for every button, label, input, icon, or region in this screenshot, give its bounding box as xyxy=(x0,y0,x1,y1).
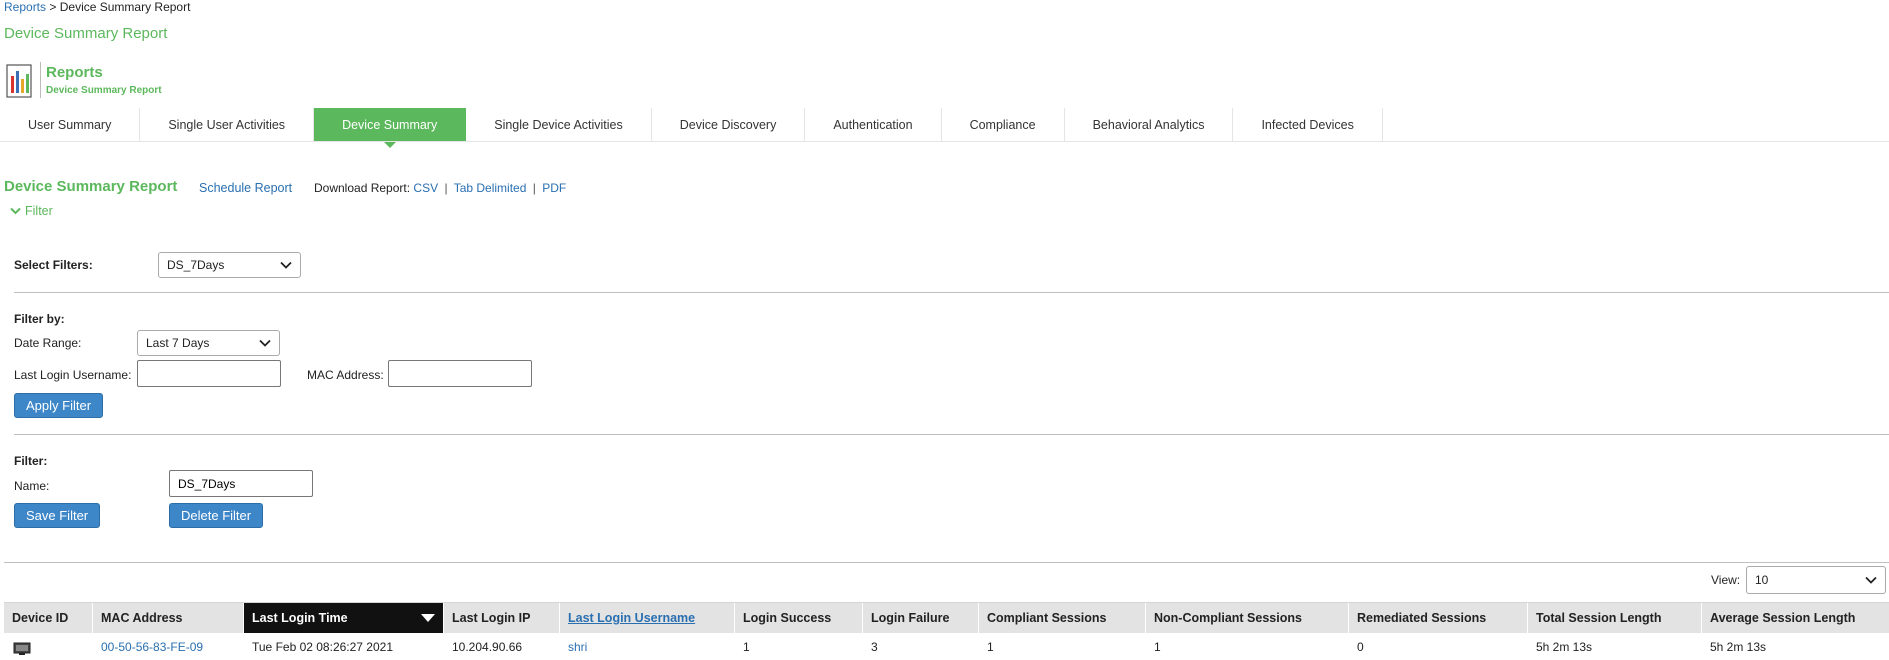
header-title: Reports xyxy=(46,64,103,81)
sort-descending-icon xyxy=(421,614,435,622)
delete-filter-button[interactable]: Delete Filter xyxy=(169,503,264,528)
filter-toggle[interactable]: Filter xyxy=(10,204,53,218)
column-last-login-ip[interactable]: Last Login IP xyxy=(444,603,560,633)
tab-behavioral-analytics[interactable]: Behavioral Analytics xyxy=(1065,108,1234,141)
section-divider xyxy=(14,292,1889,293)
download-separator: | xyxy=(532,181,536,195)
tab-user-summary[interactable]: User Summary xyxy=(0,108,141,141)
column-average-session-length[interactable]: Average Session Length xyxy=(1702,603,1889,633)
mac-address-cell: 00-50-56-83-FE-09 xyxy=(93,633,244,660)
mac-address-link[interactable]: 00-50-56-83-FE-09 xyxy=(101,640,203,654)
column-remediated-sessions[interactable]: Remediated Sessions xyxy=(1349,603,1528,633)
tabs-divider xyxy=(0,141,1889,142)
login-success-cell: 1 xyxy=(743,639,750,654)
schedule-report-link[interactable]: Schedule Report xyxy=(199,181,292,195)
section-divider xyxy=(4,562,1889,563)
select-filters-value: DS_7Days xyxy=(167,258,225,272)
section-divider xyxy=(14,434,1889,435)
column-last-login-username-label[interactable]: Last Login Username xyxy=(568,611,695,625)
login-failure-cell: 3 xyxy=(871,639,878,654)
reports-chart-icon xyxy=(6,64,32,98)
report-title: Device Summary Report xyxy=(4,178,178,195)
download-report: Download Report: CSV | Tab Delimited | P… xyxy=(314,181,566,195)
last-login-username-input[interactable] xyxy=(137,360,281,387)
column-last-login-time[interactable]: Last Login Time xyxy=(244,603,444,633)
view-page-size-value: 10 xyxy=(1755,573,1769,587)
tab-single-device-activities[interactable]: Single Device Activities xyxy=(466,108,652,141)
header-divider xyxy=(40,62,41,98)
tab-compliance[interactable]: Compliance xyxy=(942,108,1065,141)
column-compliant-sessions[interactable]: Compliant Sessions xyxy=(979,603,1146,633)
select-filters-dropdown[interactable]: DS_7Days xyxy=(158,252,301,278)
filter-by-heading: Filter by: xyxy=(14,312,65,326)
tab-device-discovery[interactable]: Device Discovery xyxy=(652,108,806,141)
view-page-size-dropdown[interactable]: 10 xyxy=(1746,566,1886,594)
column-total-session-length[interactable]: Total Session Length xyxy=(1528,603,1702,633)
download-csv-link[interactable]: CSV xyxy=(413,181,438,195)
date-range-label: Date Range: xyxy=(14,336,82,350)
non-compliant-sessions-cell: 1 xyxy=(1154,639,1161,654)
filter-name-heading: Filter: xyxy=(14,454,48,468)
remediated-sessions-cell: 0 xyxy=(1357,639,1364,654)
chevron-down-icon xyxy=(1865,576,1877,584)
download-separator: | xyxy=(444,181,448,195)
breadcrumb-reports-link[interactable]: Reports xyxy=(4,0,46,14)
column-device-id[interactable]: Device ID xyxy=(4,603,93,633)
select-filters-label: Select Filters: xyxy=(14,258,93,272)
breadcrumb-current: Device Summary Report xyxy=(59,0,191,14)
table-row: 00-50-56-83-FE-09 Tue Feb 02 08:26:27 20… xyxy=(4,633,1889,660)
average-session-length-cell: 5h 2m 13s xyxy=(1710,639,1767,654)
tab-authentication[interactable]: Authentication xyxy=(805,108,942,141)
tab-infected-devices[interactable]: Infected Devices xyxy=(1233,108,1383,141)
download-pdf-link[interactable]: PDF xyxy=(542,181,566,195)
last-login-username-cell: shri xyxy=(560,633,735,660)
view-label: View: xyxy=(1711,573,1741,587)
compliant-sessions-cell: 1 xyxy=(987,639,994,654)
column-last-login-time-label: Last Login Time xyxy=(252,611,348,625)
header-subtitle: Device Summary Report xyxy=(46,85,162,96)
column-last-login-username[interactable]: Last Login Username xyxy=(560,603,735,633)
chevron-down-icon xyxy=(259,339,271,347)
breadcrumb: Reports > Device Summary Report xyxy=(4,0,190,14)
device-computer-icon[interactable] xyxy=(12,639,34,655)
breadcrumb-separator: > xyxy=(49,0,57,14)
page-title: Device Summary Report xyxy=(4,25,168,42)
column-login-success[interactable]: Login Success xyxy=(735,603,863,633)
column-login-failure[interactable]: Login Failure xyxy=(863,603,979,633)
tab-device-summary[interactable]: Device Summary xyxy=(314,108,467,148)
filter-name-input[interactable] xyxy=(169,470,313,497)
date-range-dropdown[interactable]: Last 7 Days xyxy=(137,330,280,356)
last-login-ip-cell: 10.204.90.66 xyxy=(452,639,523,654)
table-header: Device ID MAC Address Last Login Time La… xyxy=(4,602,1889,633)
chevron-down-icon xyxy=(10,207,21,215)
mac-address-label: MAC Address: xyxy=(307,368,384,382)
device-id-cell xyxy=(4,633,93,660)
tab-single-user-activities[interactable]: Single User Activities xyxy=(140,108,315,141)
chevron-down-icon xyxy=(280,261,292,269)
total-session-length-cell: 5h 2m 13s xyxy=(1536,639,1593,654)
column-mac-address[interactable]: MAC Address xyxy=(93,603,244,633)
download-label: Download Report: xyxy=(314,181,411,195)
last-login-username-label: Last Login Username: xyxy=(14,368,132,382)
filter-name-label: Name: xyxy=(14,479,50,493)
date-range-value: Last 7 Days xyxy=(146,336,210,350)
last-login-time-cell: Tue Feb 02 08:26:27 2021 xyxy=(252,639,393,654)
report-tabs: User Summary Single User Activities Devi… xyxy=(0,108,1383,148)
column-non-compliant-sessions[interactable]: Non-Compliant Sessions xyxy=(1146,603,1349,633)
filter-toggle-label: Filter xyxy=(25,204,53,218)
username-link[interactable]: shri xyxy=(568,640,587,654)
download-tab-delimited-link[interactable]: Tab Delimited xyxy=(454,181,527,195)
apply-filter-button[interactable]: Apply Filter xyxy=(14,393,104,418)
save-filter-button[interactable]: Save Filter xyxy=(14,503,101,528)
mac-address-input[interactable] xyxy=(388,360,532,387)
